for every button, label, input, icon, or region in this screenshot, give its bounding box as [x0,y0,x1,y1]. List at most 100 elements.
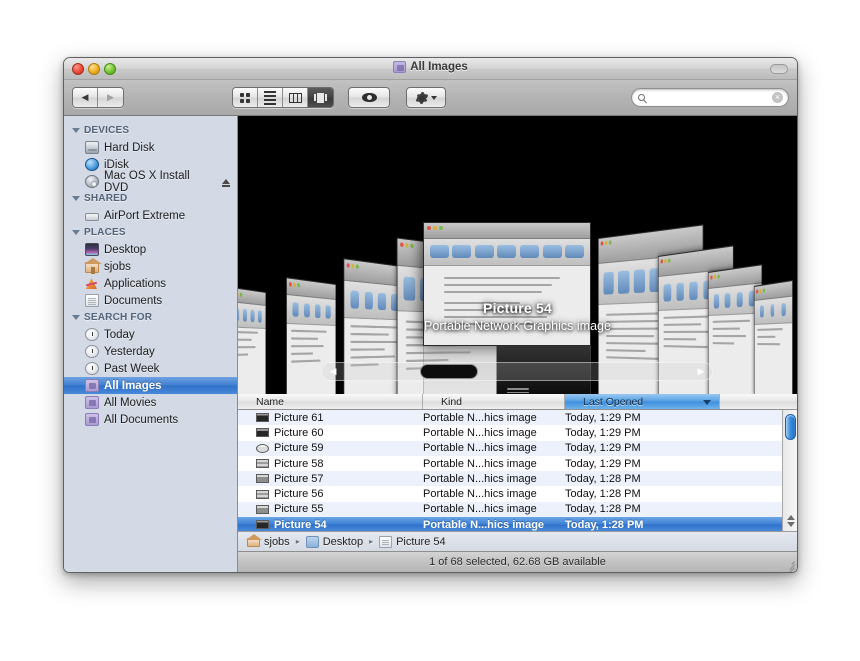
breadcrumb-item-desktop[interactable]: Desktop [305,535,363,548]
coverflow-item[interactable] [238,286,266,394]
list-view-button[interactable] [258,88,283,107]
disclosure-triangle-icon[interactable] [72,230,80,235]
sidebar-section-search-for[interactable]: SEARCH FOR [64,309,237,326]
cell-kind: Portable N...hics image [423,411,537,424]
resize-handle[interactable] [782,557,795,572]
column-header-label: Last Opened [583,395,644,408]
sidebar-section-label: SEARCH FOR [84,312,153,323]
coverflow-scroll-right-button[interactable]: ▶ [690,363,712,380]
table-row-selected[interactable]: Picture 54 Portable N...hics image Today… [238,517,782,531]
scroll-down-icon[interactable] [786,522,795,527]
sidebar-item-yesterday[interactable]: Yesterday [64,343,237,360]
disclosure-triangle-icon[interactable] [72,196,80,201]
breadcrumb-item-sjobs[interactable]: sjobs [246,534,290,548]
sidebar-item-documents[interactable]: Documents [64,292,237,309]
cell-kind: Portable N...hics image [423,503,537,516]
cell-last-opened: Today, 1:29 PM [565,426,641,439]
action-menu-button[interactable] [406,87,446,108]
file-name: Picture 58 [274,457,324,470]
coverflow-scroll-thumb[interactable] [420,364,479,379]
column-header-name[interactable]: Name [238,394,423,409]
forward-button[interactable]: ▶ [98,88,123,107]
search-input[interactable] [645,91,772,104]
sidebar-item-mac-os-x-install-dvd[interactable]: Mac OS X Install DVD [64,170,237,194]
sidebar-item-today[interactable]: Today [64,326,237,343]
cell-name: Picture 61 [238,412,423,424]
icon-view-button[interactable] [233,88,258,107]
table-row[interactable]: Picture 57 Portable N...hics image Today… [238,471,782,487]
sidebar-item-hard-disk[interactable]: Hard Disk [64,139,237,156]
clock-icon [85,362,99,375]
cell-name: Picture 58 [238,458,423,470]
cell-name: Picture 59 [238,442,423,454]
sidebar-section-label: PLACES [84,227,126,238]
breadcrumb-label: sjobs [264,535,290,548]
breadcrumb-item-picture-54[interactable]: Picture 54 [379,535,446,548]
back-button[interactable]: ◀ [73,88,98,107]
coverflow-item-current[interactable] [423,222,591,346]
title-bar[interactable]: All Images [64,58,797,80]
table-row[interactable]: Picture 59 Portable N...hics image Today… [238,440,782,456]
cell-last-opened: Today, 1:29 PM [565,411,641,424]
coverflow-scrollbar[interactable]: ◀ ▶ [321,362,713,381]
finder-window: All Images ◀ ▶ × DEVICES Hard Disk iDisk… [63,57,798,573]
sidebar-item-label: All Documents [104,413,179,426]
sidebar-item-label: Documents [104,294,163,307]
idisk-icon [85,158,99,171]
file-thumbnail-icon [256,459,269,469]
sidebar-item-all-documents[interactable]: All Documents [64,411,237,428]
sidebar-item-all-images[interactable]: All Images [64,377,237,394]
sidebar-item-past-week[interactable]: Past Week [64,360,237,377]
breadcrumb-label: Picture 54 [396,535,446,548]
cell-kind: Portable N...hics image [423,488,537,501]
table-row[interactable]: Picture 56 Portable N...hics image Today… [238,486,782,502]
sidebar-item-sjobs[interactable]: sjobs [64,257,237,275]
cell-name: Picture 60 [238,427,423,439]
sidebar-item-desktop[interactable]: Desktop [64,241,237,258]
coverflow-stage [238,116,797,394]
cell-last-opened: Today, 1:28 PM [565,488,641,501]
window-body: DEVICES Hard Disk iDisk Mac OS X Install… [64,116,797,572]
content-area: Picture 54 Portable Network Graphics ima… [238,116,797,572]
scrollbar-thumb[interactable] [785,414,796,440]
search-field[interactable]: × [631,88,789,107]
sidebar-section-places[interactable]: PLACES [64,224,237,241]
coverflow-item[interactable] [754,279,793,394]
file-thumbnail-icon [256,504,269,514]
sidebar-item-label: sjobs [104,260,131,273]
sidebar-section-devices[interactable]: DEVICES [64,122,237,139]
coverflow-view[interactable]: Picture 54 Portable Network Graphics ima… [238,116,797,394]
toolbar-toggle-button[interactable] [770,64,788,74]
scroll-up-icon[interactable] [786,515,795,520]
table-row[interactable]: Picture 61 Portable N...hics image Today… [238,410,782,426]
sidebar-item-applications[interactable]: Applications [64,275,237,292]
column-view-button[interactable] [283,88,308,107]
eject-icon[interactable] [222,179,230,187]
table-row[interactable]: Picture 55 Portable N...hics image Today… [238,501,782,518]
sidebar-item-label: Applications [104,277,167,290]
airport-icon [85,212,99,221]
disclosure-triangle-icon[interactable] [72,315,80,320]
file-thumbnail-icon [256,443,269,453]
sort-descending-icon [703,400,711,405]
file-name: Picture 55 [274,503,324,516]
table-row[interactable]: Picture 58 Portable N...hics image Today… [238,455,782,472]
clear-search-icon[interactable]: × [772,92,783,103]
column-header-last-opened[interactable]: Last Opened [565,394,720,409]
disclosure-triangle-icon[interactable] [72,128,80,133]
sidebar-item-label: Desktop [104,243,147,256]
coverflow-scroll-track[interactable] [344,363,690,380]
quicklook-button[interactable] [348,87,390,108]
smart-folder-icon [393,61,407,73]
split-view-resize-handle[interactable] [506,388,529,393]
table-row[interactable]: Picture 60 Portable N...hics image Today… [238,425,782,441]
sidebar-item-all-movies[interactable]: All Movies [64,394,237,411]
file-name: Picture 60 [274,426,324,439]
status-bar: 1 of 68 selected, 62.68 GB available [238,551,797,572]
column-header-kind[interactable]: Kind [423,394,565,409]
coverflow-scroll-left-button[interactable]: ◀ [322,363,344,380]
sidebar-item-airport-extreme[interactable]: AirPort Extreme [64,207,237,224]
coverflow-view-button[interactable] [308,88,333,107]
file-list-scrollbar[interactable] [782,410,797,531]
breadcrumb-separator-icon: ▸ [295,537,300,546]
